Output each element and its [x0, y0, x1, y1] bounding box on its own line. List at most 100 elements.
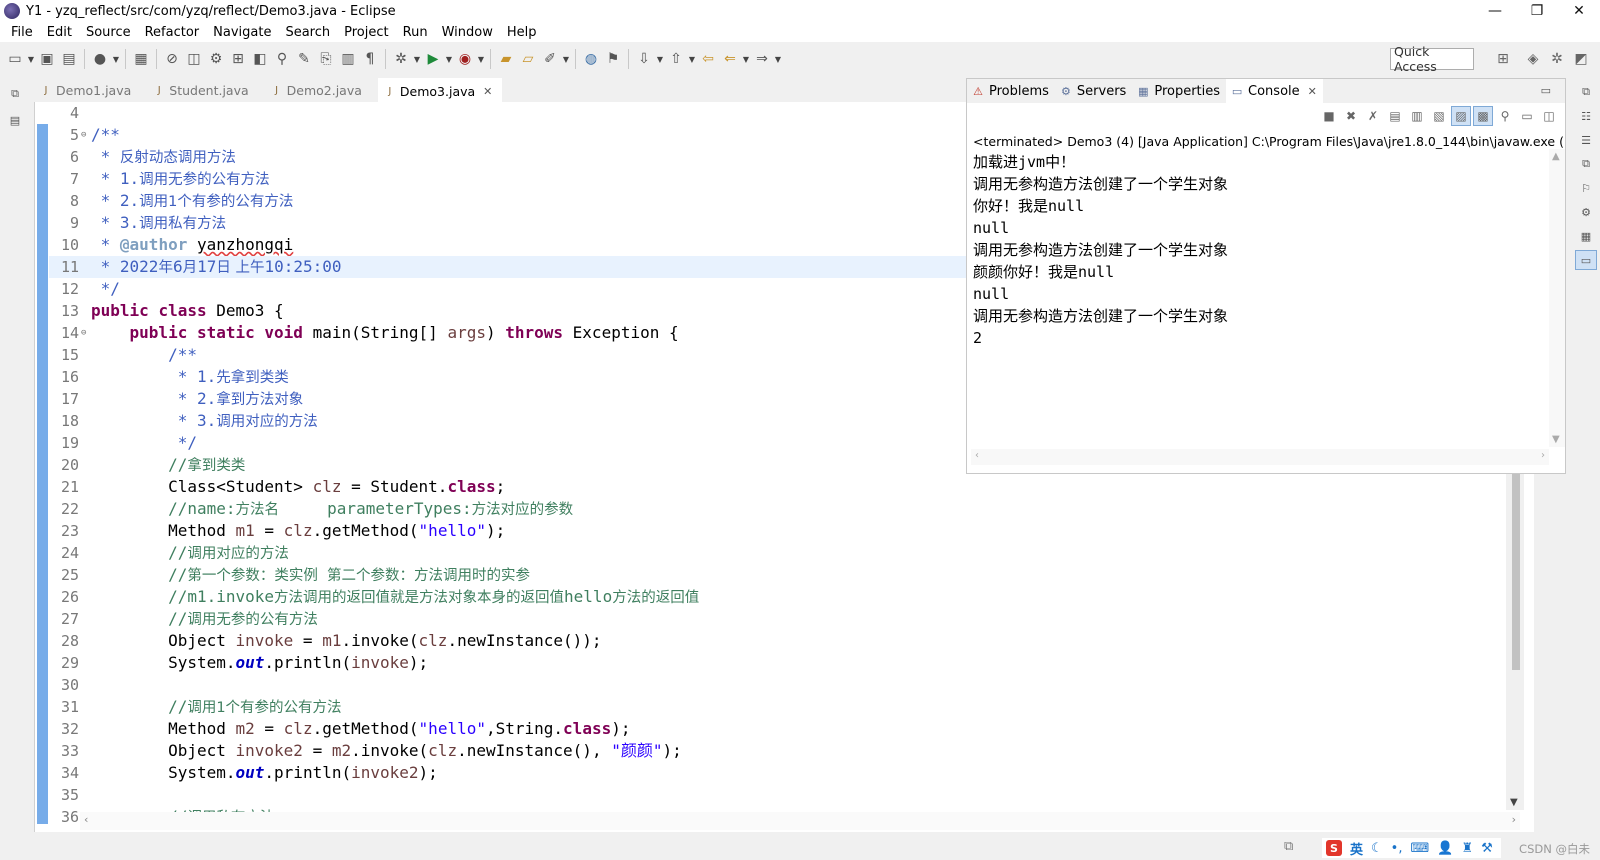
menu-navigate[interactable]: Navigate [206, 25, 278, 40]
code-line[interactable]: 35 [49, 784, 1529, 806]
tab-properties[interactable]: ▦ Properties [1132, 79, 1226, 103]
new-dropdown-icon[interactable]: ▼ [26, 48, 36, 70]
outline-icon[interactable]: ☷ [1575, 106, 1597, 126]
moon-icon[interactable]: ☾ [1371, 841, 1383, 856]
show-on-stderr-icon[interactable]: ▩ [1473, 106, 1493, 126]
next-annotation-dropdown-icon[interactable]: ▼ [655, 48, 665, 70]
globe-icon[interactable]: ◍ [580, 48, 602, 70]
console-vertical-scrollbar[interactable]: ▲ ▼ [1549, 149, 1565, 447]
tab-console[interactable]: ▭ Console ✕ [1226, 79, 1323, 103]
close-tab-icon[interactable]: ✕ [1308, 85, 1317, 98]
scroll-down-icon[interactable]: ▼ [1510, 797, 1518, 808]
back-dropdown-icon[interactable]: ▼ [741, 48, 751, 70]
console-icon[interactable]: ▭ [1575, 250, 1597, 270]
scroll-right-icon[interactable]: › [1512, 813, 1516, 826]
menu-project[interactable]: Project [337, 25, 395, 40]
search-icon[interactable]: ⚲ [271, 48, 293, 70]
back-icon[interactable]: ⇐ [719, 48, 741, 70]
java-ee-perspective-icon[interactable]: ◈ [1522, 48, 1544, 70]
tab-servers[interactable]: ⚙ Servers [1055, 79, 1132, 103]
save-icon[interactable]: ▣ [36, 48, 58, 70]
notification-icon[interactable]: ⧉ [1284, 839, 1304, 857]
last-edit-icon[interactable]: ⇦ [697, 48, 719, 70]
debug-dropdown-icon[interactable]: ▼ [412, 48, 422, 70]
block-icon[interactable]: ▥ [337, 48, 359, 70]
code-line[interactable]: 26 //m1.invoke方法调用的返回值就是方法对象本身的返回值hello方… [49, 586, 1529, 608]
scroll-down-icon[interactable]: ▼ [1552, 434, 1560, 445]
new-server-icon[interactable]: ⚙ [205, 48, 227, 70]
fold-toggle-icon[interactable]: ⊖ [81, 124, 91, 146]
close-button[interactable]: ✕ [1558, 0, 1600, 22]
new-package-icon[interactable]: ⊞ [227, 48, 249, 70]
bookmarks-icon[interactable]: ⚐ [1575, 178, 1597, 198]
show-on-stdout-icon[interactable]: ▨ [1451, 106, 1471, 126]
clear-console-icon[interactable]: ▤ [1385, 106, 1405, 126]
open-perspective-icon[interactable]: ⊞ [1492, 48, 1514, 70]
menu-run[interactable]: Run [396, 25, 435, 40]
fold-toggle-icon[interactable]: ⊖ [81, 322, 91, 344]
coverage-icon[interactable]: ◉ [454, 48, 476, 70]
menu-edit[interactable]: Edit [40, 25, 79, 40]
code-line[interactable]: 33 Object invoke2 = m2.invoke(clz.newIns… [49, 740, 1529, 762]
scroll-right-icon[interactable]: › [1541, 450, 1545, 461]
tab-problems[interactable]: ⚠ Problems [967, 79, 1055, 103]
pen-icon[interactable]: ✎ [293, 48, 315, 70]
code-line[interactable]: 28 Object invoke = m1.invoke(clz.newInst… [49, 630, 1529, 652]
code-line[interactable]: 22 //name:方法名 parameterTypes:方法对应的参数 [49, 498, 1529, 520]
menu-file[interactable]: File [4, 25, 40, 40]
console-horizontal-scrollbar[interactable]: ‹ › [971, 449, 1549, 465]
folder-icon[interactable]: ▱ [517, 48, 539, 70]
servers-icon[interactable]: ⚙ [1575, 202, 1597, 222]
compare-icon[interactable]: ⎘ [315, 48, 337, 70]
task-list-icon[interactable]: ☰ [1575, 130, 1597, 150]
paragraph-icon[interactable]: ¶ [359, 48, 381, 70]
pencil-dropdown-icon[interactable]: ▼ [561, 48, 571, 70]
restore-icon[interactable]: ⧉ [1575, 154, 1597, 174]
editor-tab-demo2[interactable]: J Demo2.java [265, 78, 372, 102]
code-line[interactable]: 23 Method m1 = clz.getMethod("hello"); [49, 520, 1529, 542]
restore-icon[interactable]: ⧉ [4, 84, 26, 104]
terminal-icon[interactable]: ▦ [130, 48, 152, 70]
code-line[interactable]: 25 //第一个参数：类实例 第二个参数：方法调用时的实参 [49, 564, 1529, 586]
quick-access-input[interactable]: Quick Access [1390, 44, 1474, 74]
coverage-dropdown-icon[interactable]: ▼ [476, 48, 486, 70]
code-line[interactable]: 21 Class<Student> clz = Student.class; [49, 476, 1529, 498]
java-perspective-icon[interactable]: ◩ [1570, 48, 1592, 70]
debug-perspective-icon[interactable]: ✲ [1546, 48, 1568, 70]
menu-source[interactable]: Source [79, 25, 138, 40]
word-wrap-icon[interactable]: ▧ [1429, 106, 1449, 126]
remove-launch-icon[interactable]: ✖ [1341, 106, 1361, 126]
scroll-left-icon[interactable]: ‹ [975, 450, 979, 461]
save-all-icon[interactable]: ▤ [58, 48, 80, 70]
forward-icon[interactable]: ⇒ [751, 48, 773, 70]
forward-dropdown-icon[interactable]: ▼ [773, 48, 783, 70]
open-folder-icon[interactable]: ▰ [495, 48, 517, 70]
minimize-button[interactable]: — [1474, 0, 1516, 22]
code-line[interactable]: 34 System.out.println(invoke2); [49, 762, 1529, 784]
terminate-icon[interactable]: ■ [1319, 106, 1339, 126]
editor-tab-student[interactable]: J Student.java [147, 78, 258, 102]
menu-help[interactable]: Help [500, 25, 544, 40]
prev-annotation-dropdown-icon[interactable]: ▼ [687, 48, 697, 70]
keyboard-icon[interactable]: ⌨ [1410, 841, 1429, 856]
skip-breakpoints-icon[interactable]: ⊘ [161, 48, 183, 70]
debug-icon[interactable]: ✲ [390, 48, 412, 70]
restore-icon[interactable]: ⧉ [1575, 82, 1597, 102]
scroll-lock-icon[interactable]: ▥ [1407, 106, 1427, 126]
user-icon[interactable]: 👤 [1437, 841, 1453, 856]
ime-language-toggle[interactable]: 英 [1350, 839, 1363, 858]
shirt-icon[interactable]: ♜ [1461, 841, 1473, 856]
run-icon[interactable]: ▶ [422, 48, 444, 70]
publish-icon[interactable]: ● [89, 48, 111, 70]
editor-horizontal-scrollbar[interactable]: ‹ › [80, 812, 1520, 830]
package-explorer-icon[interactable]: ▤ [4, 110, 26, 130]
code-line[interactable]: 31 //调用1个有参的公有方法 [49, 696, 1529, 718]
new-class-icon[interactable]: ◧ [249, 48, 271, 70]
punctuation-icon[interactable]: •, [1391, 841, 1403, 856]
console-output[interactable]: 加载进jvm中！ 调用无参构造方法创建了一个学生对象 你好！我是null nul… [973, 151, 1533, 349]
editor-tab-demo3[interactable]: J Demo3.java ✕ [377, 78, 503, 102]
display-console-icon[interactable]: ▭ [1517, 106, 1537, 126]
prev-annotation-icon[interactable]: ⇧ [665, 48, 687, 70]
ime-toolbar[interactable]: S 英 ☾ •, ⌨ 👤 ♜ ⚒ [1322, 838, 1501, 858]
scroll-thumb[interactable] [1512, 470, 1520, 670]
